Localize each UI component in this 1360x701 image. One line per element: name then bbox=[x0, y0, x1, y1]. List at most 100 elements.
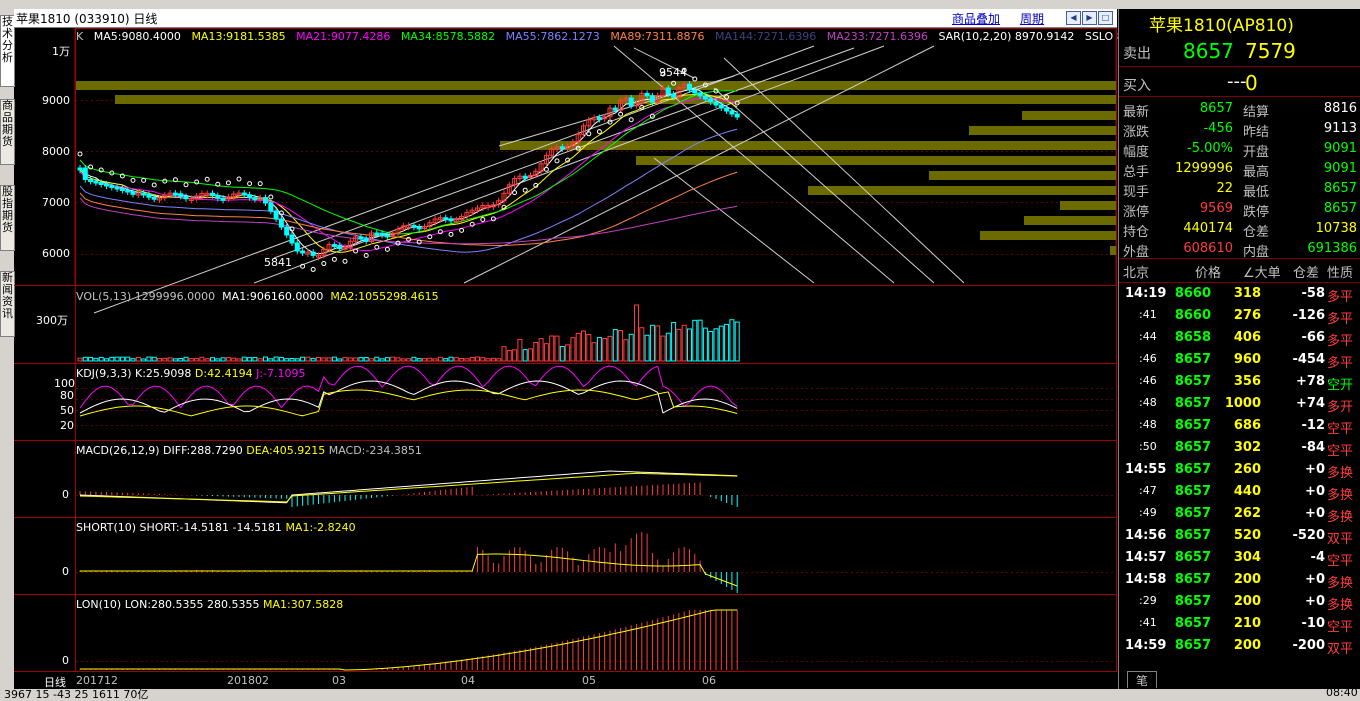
tick-volume: 276 bbox=[1234, 308, 1261, 323]
tick-volume: 262 bbox=[1234, 506, 1261, 521]
sell-price: 8657 bbox=[1183, 39, 1234, 63]
tick-row: :50 8657 302 -84 空平 bbox=[1119, 438, 1360, 458]
macd-axis-label: 0 bbox=[62, 488, 69, 501]
stat-value: -456 bbox=[1203, 121, 1233, 136]
sar-point bbox=[629, 118, 633, 122]
tick-price: 8657 bbox=[1175, 352, 1211, 367]
price-axis-label: 7000 bbox=[42, 196, 70, 209]
lon-ma1: MA1:307.5828 bbox=[263, 598, 343, 611]
sell-volume: 7579 bbox=[1245, 39, 1296, 63]
tick-oi-change: -4 bbox=[1311, 550, 1325, 565]
tick-time: :41 bbox=[1139, 616, 1157, 629]
short-ma-line bbox=[80, 554, 737, 586]
volume-bar bbox=[290, 359, 294, 361]
ma5-value: MA5:9080.4000 bbox=[94, 30, 181, 43]
volume-bar bbox=[163, 358, 167, 361]
candle bbox=[173, 193, 177, 195]
candle bbox=[274, 211, 278, 219]
zoom-icon[interactable]: □ bbox=[1098, 11, 1113, 25]
kline-chart[interactable]: K MA5:9080.4000 MA13:9181.5385 MA21:9077… bbox=[14, 28, 1117, 689]
prev-icon[interactable]: ◀ bbox=[1066, 11, 1081, 25]
tick-tab[interactable]: 笔 bbox=[1127, 671, 1157, 688]
sar-point bbox=[385, 247, 389, 251]
tick-oi-change: +0 bbox=[1305, 506, 1325, 521]
volume-bar bbox=[364, 358, 368, 361]
candle bbox=[248, 195, 252, 198]
tick-time: 14:57 bbox=[1125, 550, 1166, 565]
vol-ma1: MA1:906160.0000 bbox=[222, 290, 323, 303]
candle bbox=[295, 243, 299, 251]
tick-volume: 520 bbox=[1234, 528, 1261, 543]
stat-value: 9113 bbox=[1324, 121, 1357, 136]
volume-bar bbox=[168, 358, 172, 361]
volume-bar bbox=[597, 337, 601, 361]
candle bbox=[285, 227, 289, 235]
buy-volume: 0 bbox=[1245, 71, 1258, 95]
candle bbox=[89, 180, 93, 182]
volume-bar bbox=[725, 324, 729, 361]
tab-technical-analysis[interactable]: 技术分析 bbox=[0, 15, 15, 87]
stat-label: 最高 bbox=[1243, 161, 1269, 180]
sar-point bbox=[269, 195, 273, 199]
tick-row: :47 8657 440 +0 多换 bbox=[1119, 482, 1360, 502]
chart-title: 苹果1810 (033910) 日线 bbox=[16, 10, 157, 27]
volume-bar bbox=[99, 357, 103, 361]
period-label: 日线 bbox=[44, 674, 66, 690]
volume-bar bbox=[354, 358, 358, 361]
stat-value: 440174 bbox=[1183, 221, 1233, 236]
tick-row: :41 8657 210 -10 空平 bbox=[1119, 614, 1360, 634]
volume-bar bbox=[518, 339, 522, 361]
volume-bar bbox=[417, 359, 421, 361]
tick-time: :46 bbox=[1139, 374, 1157, 387]
volume-bar bbox=[89, 357, 93, 361]
volume-bar bbox=[396, 358, 400, 361]
candle bbox=[650, 96, 654, 103]
volume-bar bbox=[613, 330, 617, 361]
volume-bar bbox=[83, 357, 87, 361]
volume-bar bbox=[544, 344, 548, 361]
buy-label: 买入 bbox=[1123, 75, 1151, 95]
kdj-axis-label: 20 bbox=[60, 419, 74, 432]
volume-bar bbox=[672, 323, 676, 361]
candle bbox=[672, 94, 676, 97]
candle bbox=[698, 93, 702, 96]
tick-price: 8657 bbox=[1175, 484, 1211, 499]
kdj-k: KDJ(9,3,3) K:25.9098 bbox=[76, 367, 191, 380]
tick-oi-change: +0 bbox=[1305, 572, 1325, 587]
tab-commodity-futures[interactable]: 商品期货 bbox=[0, 99, 15, 165]
period-button[interactable]: 周期 bbox=[1020, 10, 1044, 27]
volume-bar bbox=[661, 336, 665, 361]
sar-point bbox=[184, 183, 188, 187]
tick-row: :49 8657 262 +0 多换 bbox=[1119, 504, 1360, 524]
candle bbox=[359, 237, 363, 239]
tick-volume: 200 bbox=[1234, 594, 1261, 609]
tick-oi-change: +74 bbox=[1296, 396, 1325, 411]
tab-news[interactable]: 新闻资讯 bbox=[0, 271, 15, 337]
next-icon[interactable]: ▶ bbox=[1082, 11, 1097, 25]
stat-row: 幅度 -5.00% 开盘 9091 bbox=[1119, 139, 1360, 159]
tick-time: :41 bbox=[1139, 308, 1157, 321]
candle bbox=[264, 198, 268, 203]
volume-bar bbox=[78, 358, 82, 361]
volume-bar bbox=[423, 359, 427, 361]
sar-point bbox=[513, 191, 517, 195]
tick-oi-change: -520 bbox=[1292, 528, 1325, 543]
candle bbox=[725, 108, 729, 111]
tab-index-futures[interactable]: 股指期货 bbox=[0, 185, 15, 251]
candle bbox=[301, 251, 305, 253]
vertical-tab-strip: 技术分析 商品期货 股指期货 新闻资讯 bbox=[0, 9, 14, 689]
volume-bar bbox=[179, 358, 183, 361]
stat-value: 9091 bbox=[1324, 141, 1357, 156]
tick-price: 8660 bbox=[1175, 286, 1211, 301]
tick-volume: 440 bbox=[1234, 484, 1261, 499]
ma21-value: MA21:9077.4286 bbox=[296, 30, 390, 43]
macd-dea: DEA:405.9215 bbox=[246, 444, 325, 457]
stat-value: 8657 bbox=[1324, 201, 1357, 216]
sar-point bbox=[78, 152, 82, 156]
tick-oi-change: +78 bbox=[1296, 374, 1325, 389]
candle bbox=[211, 193, 215, 195]
overlay-button[interactable]: 商品叠加 bbox=[952, 10, 1000, 27]
sar-point bbox=[226, 181, 230, 185]
volume-bar bbox=[650, 325, 654, 361]
volume-bar bbox=[645, 335, 649, 361]
